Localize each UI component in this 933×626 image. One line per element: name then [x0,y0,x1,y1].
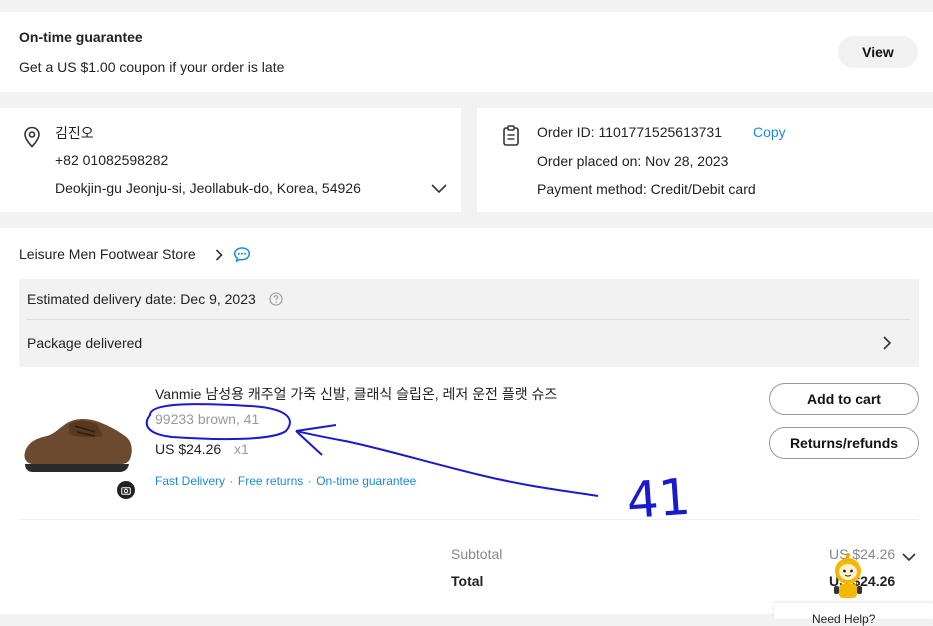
order-placed-date: Order placed on: Nov 28, 2023 [537,153,729,169]
product-price: US $24.26 [155,441,222,457]
help-widget[interactable]: Need Help? [774,553,933,626]
store-name[interactable]: Leisure Men Footwear Store [19,246,196,262]
camera-icon[interactable] [117,481,135,499]
order-info-card: Order ID: 1101771525613731 Copy Order pl… [477,108,933,212]
product-variant: 99233 brown, 41 [155,411,260,427]
tag-separator: · [229,474,234,488]
delivery-box: Estimated delivery date: Dec 9, 2023 Pac… [19,279,919,367]
payment-method: Payment method: Credit/Debit card [537,181,756,197]
view-button[interactable]: View [838,36,918,68]
recipient-phone: +82 01082598282 [55,152,169,168]
delivery-divider [27,319,911,320]
guarantee-title: On-time guarantee [19,29,143,45]
chat-icon[interactable] [233,246,251,268]
product-qty: x1 [234,441,249,457]
guarantee-card: On-time guarantee Get a US $1.00 coupon … [0,12,933,92]
document-icon [501,125,521,152]
help-circle-icon[interactable] [269,292,283,311]
product-title[interactable]: Vanmie 남성용 캐주얼 가죽 신발, 클래식 슬립온, 레저 운전 플랫 … [155,384,557,404]
chevron-right-icon[interactable] [214,248,224,267]
product-image[interactable] [19,408,137,480]
assistant-robot-icon[interactable] [828,553,868,606]
recipient-address: Deokjin-gu Jeonju-si, Jeollabuk-do, Kore… [55,180,361,196]
help-text[interactable]: Need Help? [812,612,875,626]
tag-free-returns: Free returns [237,474,304,488]
subtotal-label: Subtotal [451,546,503,562]
copy-link[interactable]: Copy [753,124,786,140]
chevron-right-icon[interactable] [881,335,893,356]
recipient-name: 김진오 [55,125,94,141]
guarantee-text: Get a US $1.00 coupon if your order is l… [19,59,285,75]
tag-separator: · [307,474,312,488]
summary-divider [19,519,919,520]
service-tags: Fast Delivery · Free returns · On-time g… [155,472,416,490]
estimated-delivery: Estimated delivery date: Dec 9, 2023 [27,291,256,307]
tag-on-time-guarantee: On-time guarantee [316,474,417,488]
add-to-cart-button[interactable]: Add to cart [769,383,919,415]
package-status[interactable]: Package delivered [27,335,142,351]
total-label: Total [451,573,484,589]
returns-refunds-button[interactable]: Returns/refunds [769,427,919,459]
tag-fast-delivery: Fast Delivery [155,474,226,488]
address-card: 김진오 +82 01082598282 Deokjin-gu Jeonju-si… [0,108,461,212]
chevron-down-icon[interactable] [430,182,448,200]
location-pin-icon [22,126,42,153]
order-id: Order ID: 1101771525613731 [537,124,722,140]
